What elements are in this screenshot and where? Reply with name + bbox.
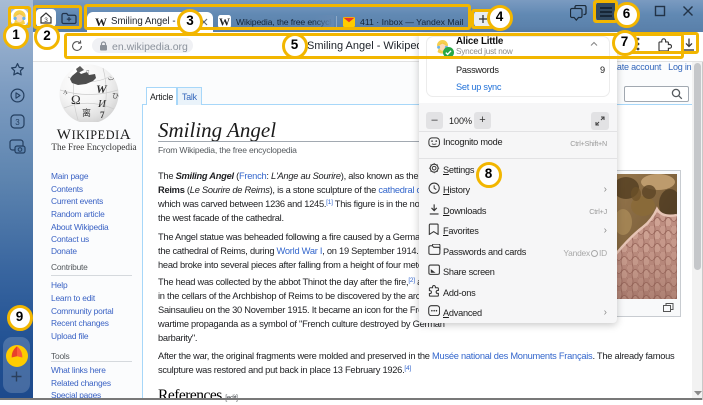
svg-text:7: 7 <box>100 110 105 120</box>
svg-text:Ạ: Ạ <box>63 89 68 96</box>
svg-text:ひ: ひ <box>112 92 119 100</box>
svg-text:ت: ت <box>108 75 115 82</box>
svg-text:Ω: Ω <box>71 92 81 107</box>
svg-text:3: 3 <box>15 118 20 127</box>
svg-text:ח: ח <box>86 70 90 76</box>
svg-text:离: 离 <box>82 107 91 118</box>
svg-text:И: И <box>97 98 107 110</box>
svg-text:W: W <box>96 82 108 96</box>
